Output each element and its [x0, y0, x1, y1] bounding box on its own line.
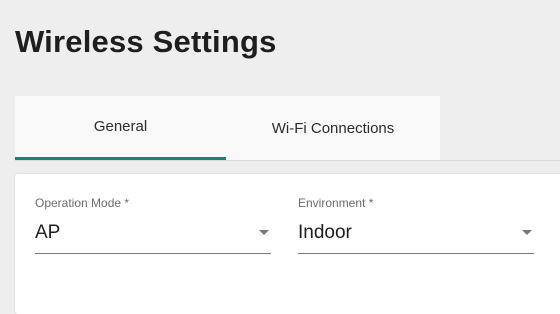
- tab-bar: General Wi-Fi Connections: [15, 96, 560, 161]
- environment-label: Environment *: [298, 196, 374, 210]
- tab-wifi-connections[interactable]: Wi-Fi Connections: [226, 96, 440, 160]
- settings-card: Operation Mode * AP Environment * Indoor: [15, 174, 560, 314]
- operation-mode-value: AP: [35, 222, 61, 243]
- operation-mode-label: Operation Mode *: [35, 196, 130, 210]
- chevron-down-icon[interactable]: [259, 230, 269, 235]
- environment-underline: [298, 253, 534, 254]
- operation-mode-select[interactable]: Operation Mode * AP: [35, 196, 271, 254]
- operation-mode-underline: [35, 253, 271, 254]
- tab-general-label: General: [93, 118, 148, 135]
- tab-general[interactable]: General: [15, 96, 226, 160]
- environment-value: Indoor: [298, 222, 352, 243]
- tab-wifi-connections-label: Wi-Fi Connections: [271, 119, 395, 137]
- environment-select[interactable]: Environment * Indoor: [298, 196, 534, 254]
- chevron-down-icon[interactable]: [522, 230, 532, 235]
- page-title: Wireless Settings: [15, 24, 277, 59]
